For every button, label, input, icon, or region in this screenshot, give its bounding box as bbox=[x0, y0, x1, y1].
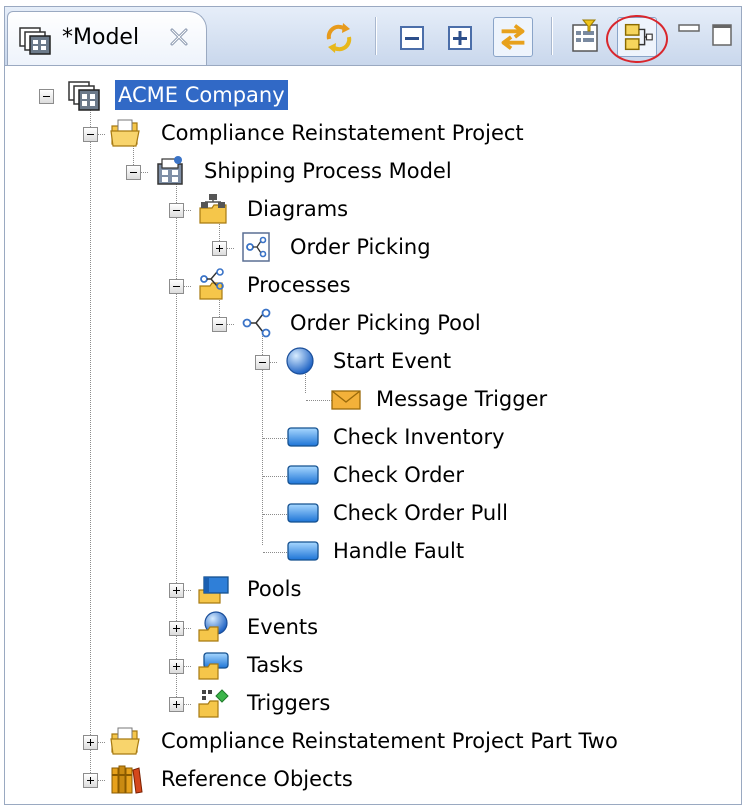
tasks-folder-icon bbox=[198, 652, 229, 680]
filter-icon[interactable] bbox=[565, 17, 605, 57]
expand-toggle[interactable] bbox=[212, 241, 227, 256]
tree-node-events[interactable]: Events bbox=[5, 609, 741, 647]
expand-toggle[interactable] bbox=[83, 773, 98, 788]
tree-node-label: Order Picking bbox=[290, 235, 431, 259]
tree-node-tasks[interactable]: Tasks bbox=[5, 647, 741, 685]
model-icon bbox=[68, 81, 100, 111]
task-icon bbox=[287, 427, 319, 447]
tree-node-shipping-process-model[interactable]: Shipping Process Model bbox=[5, 153, 741, 191]
expand-toggle[interactable] bbox=[169, 697, 184, 712]
task-icon bbox=[287, 465, 319, 485]
tree-node-compliance-project-part-two[interactable]: Compliance Reinstatement Project Part Tw… bbox=[5, 723, 741, 761]
triggers-folder-icon bbox=[198, 689, 229, 718]
collapse-toggle[interactable] bbox=[126, 165, 141, 180]
tab-title: *Model bbox=[62, 25, 140, 50]
tree-node-handle-fault[interactable]: Handle Fault bbox=[5, 533, 741, 571]
collapse-toggle[interactable] bbox=[255, 355, 270, 370]
toolbar-separator bbox=[375, 17, 377, 55]
tree-node-label: Compliance Reinstatement Project bbox=[161, 121, 524, 145]
model-tree: ACME Company Compliance Reinstatement Pr… bbox=[5, 65, 741, 805]
model-view: *Model ACME Company Compliance Reinstate… bbox=[4, 6, 742, 805]
task-icon bbox=[287, 541, 319, 561]
tree-node-pools[interactable]: Pools bbox=[5, 571, 741, 609]
reference-objects-icon bbox=[111, 765, 143, 794]
project-folder-icon bbox=[110, 727, 140, 755]
model-tab[interactable]: *Model bbox=[7, 11, 207, 65]
collapse-toggle[interactable] bbox=[169, 279, 184, 294]
events-folder-icon bbox=[198, 611, 228, 642]
tree-node-label: Start Event bbox=[333, 349, 452, 373]
message-icon bbox=[331, 390, 361, 410]
collapse-toggle[interactable] bbox=[39, 89, 54, 104]
tree-node-order-picking[interactable]: Order Picking bbox=[5, 229, 741, 267]
tree-node-label: Check Order bbox=[333, 463, 464, 487]
tree-node-label: Handle Fault bbox=[333, 539, 465, 563]
tree-node-acme-company[interactable]: ACME Company bbox=[5, 77, 741, 115]
expand-toggle[interactable] bbox=[83, 735, 98, 750]
tree-node-reference-objects[interactable]: Reference Objects bbox=[5, 761, 741, 799]
tree-node-label: Processes bbox=[247, 273, 351, 297]
tree-node-label: Check Order Pull bbox=[333, 501, 508, 525]
tree-node-label: Reference Objects bbox=[161, 767, 353, 791]
processes-folder-icon bbox=[199, 268, 224, 300]
project-folder-icon bbox=[110, 119, 140, 147]
tree-node-processes[interactable]: Processes bbox=[5, 267, 741, 305]
tree-node-label: Compliance Reinstatement Project Part Tw… bbox=[161, 729, 618, 753]
process-model-icon bbox=[157, 156, 183, 185]
expand-all-icon[interactable] bbox=[441, 17, 481, 57]
model-icon bbox=[19, 27, 51, 55]
tree-node-label: Events bbox=[247, 615, 319, 639]
tree-node-check-order[interactable]: Check Order bbox=[5, 457, 741, 495]
tree-node-compliance-project[interactable]: Compliance Reinstatement Project bbox=[5, 115, 741, 153]
minimize-icon[interactable] bbox=[675, 17, 703, 57]
tree-node-label: Triggers bbox=[247, 691, 331, 715]
tree-node-label: Shipping Process Model bbox=[204, 159, 452, 183]
tree-node-check-inventory[interactable]: Check Inventory bbox=[5, 419, 741, 457]
toolbar-separator bbox=[551, 17, 553, 55]
tree-node-triggers[interactable]: Triggers bbox=[5, 685, 741, 723]
link-with-editor-icon[interactable] bbox=[493, 17, 533, 57]
diagrams-folder-icon bbox=[199, 194, 227, 224]
tree-node-message-trigger[interactable]: Message Trigger bbox=[5, 381, 741, 419]
collapse-all-icon[interactable] bbox=[393, 17, 433, 57]
process-icon bbox=[242, 308, 271, 338]
tree-node-order-picking-pool[interactable]: Order Picking Pool bbox=[5, 305, 741, 343]
expand-toggle[interactable] bbox=[169, 621, 184, 636]
maximize-icon[interactable] bbox=[707, 17, 737, 57]
collapse-toggle[interactable] bbox=[169, 203, 184, 218]
pools-folder-icon bbox=[198, 576, 229, 604]
highlight-circle bbox=[606, 15, 668, 63]
start-event-icon bbox=[286, 347, 314, 375]
expand-toggle[interactable] bbox=[169, 659, 184, 674]
collapse-toggle[interactable] bbox=[212, 317, 227, 332]
expand-toggle[interactable] bbox=[169, 583, 184, 598]
task-icon bbox=[287, 503, 319, 523]
tree-node-label: ACME Company bbox=[115, 80, 288, 110]
tree-node-label: Order Picking Pool bbox=[290, 311, 481, 335]
tree-node-start-event[interactable]: Start Event bbox=[5, 343, 741, 381]
close-icon[interactable] bbox=[168, 26, 190, 48]
tree-node-check-order-pull[interactable]: Check Order Pull bbox=[5, 495, 741, 533]
sync-icon[interactable] bbox=[319, 17, 359, 57]
tree-node-label: Message Trigger bbox=[376, 387, 548, 411]
tree-node-label: Check Inventory bbox=[333, 425, 505, 449]
view-tab-bar: *Model bbox=[5, 7, 741, 66]
collapse-toggle[interactable] bbox=[83, 127, 98, 142]
tree-node-label: Pools bbox=[247, 577, 302, 601]
tree-node-diagrams[interactable]: Diagrams bbox=[5, 191, 741, 229]
tree-node-label: Tasks bbox=[247, 653, 304, 677]
tree-node-label: Diagrams bbox=[247, 197, 349, 221]
diagram-icon bbox=[242, 232, 270, 262]
